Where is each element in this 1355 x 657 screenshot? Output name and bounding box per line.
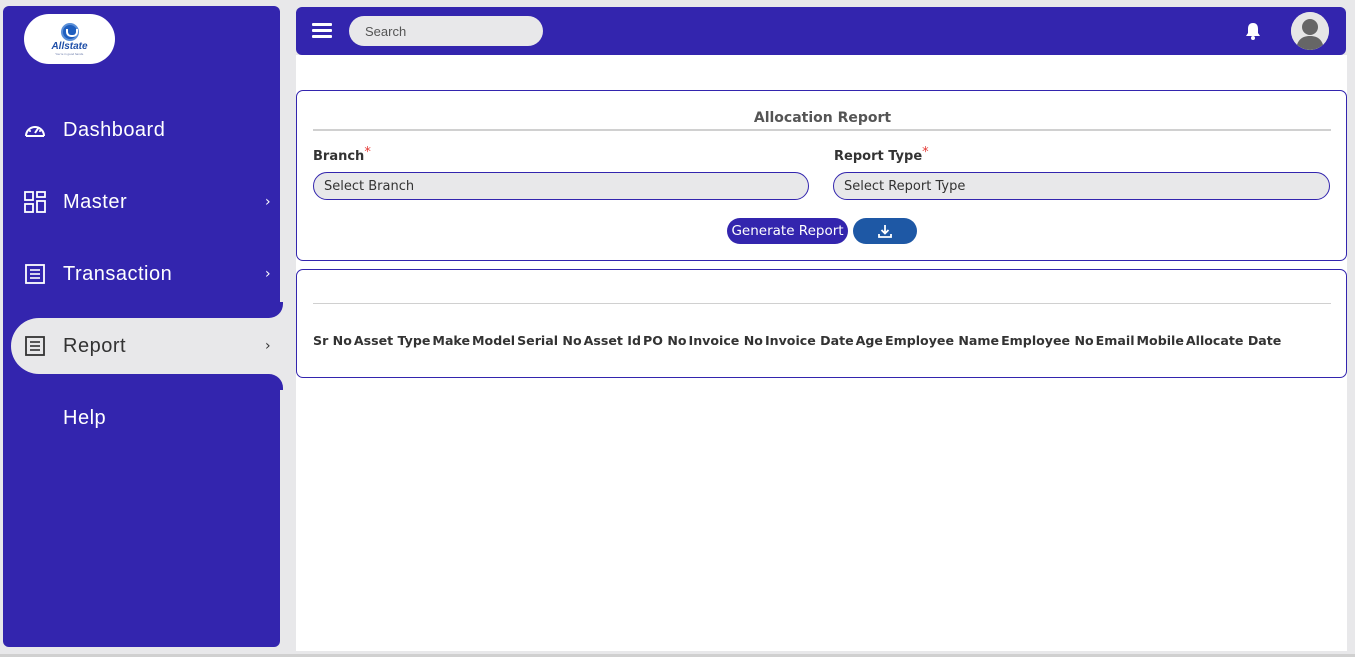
active-tab-corner	[267, 302, 287, 318]
column-header: Asset Type	[353, 333, 431, 348]
report-table-card: Sr No Asset Type Make Model Serial No As…	[296, 269, 1347, 378]
branch-select-placeholder: Select Branch	[324, 178, 415, 194]
dashboard-gauge-icon	[24, 119, 46, 141]
search-input[interactable]	[349, 16, 543, 46]
column-header: Make	[432, 333, 471, 348]
report-type-select-placeholder: Select Report Type	[844, 178, 966, 194]
report-form-card: Allocation Report Branch* Select Branch …	[296, 90, 1347, 261]
main-content: Allocation Report Branch* Select Branch …	[296, 55, 1347, 651]
sidebar-item-label: Transaction	[63, 262, 173, 285]
column-header: Email	[1095, 333, 1135, 348]
column-header: Allocate Date	[1185, 333, 1282, 348]
column-header: Sr No	[313, 333, 352, 348]
grid-icon	[24, 191, 46, 213]
chevron-right-icon: ›	[265, 194, 271, 210]
report-type-select[interactable]: Select Report Type	[833, 172, 1330, 200]
column-header: Employee No	[1001, 333, 1094, 348]
logo-text: Allstate	[51, 40, 88, 52]
sidebar-item-label: Master	[63, 190, 128, 213]
table-divider	[313, 303, 1331, 304]
document-list-icon	[24, 263, 46, 285]
allstate-hands-icon	[60, 22, 79, 41]
sidebar-item-label: Report	[63, 334, 127, 357]
column-header: Age	[855, 333, 883, 348]
title-divider	[313, 129, 1331, 131]
sidebar-item-master[interactable]: Master ›	[3, 174, 284, 230]
column-header: Asset Id	[583, 333, 641, 348]
table-header-row: Sr No Asset Type Make Model Serial No As…	[313, 333, 1283, 348]
required-mark: *	[922, 145, 929, 160]
chevron-right-icon: ›	[265, 338, 271, 354]
column-header: Model	[472, 333, 516, 348]
column-header: Invoice No	[688, 333, 763, 348]
required-mark: *	[364, 145, 371, 160]
sidebar-item-label: Dashboard	[63, 118, 166, 141]
report-type-label-text: Report Type	[834, 149, 923, 164]
branch-label-text: Branch	[313, 149, 365, 164]
top-bar	[296, 7, 1346, 55]
column-header: Employee Name	[884, 333, 1000, 348]
column-header: Mobile	[1136, 333, 1184, 348]
report-type-label: Report Type*	[834, 145, 929, 164]
sidebar: Allstate You're in good hands. Dashboard…	[3, 6, 287, 647]
active-tab-corner	[267, 374, 287, 390]
user-avatar-icon[interactable]	[1291, 12, 1329, 50]
sidebar-item-transaction[interactable]: Transaction ›	[3, 246, 284, 302]
download-button[interactable]	[853, 218, 917, 244]
document-list-icon	[24, 335, 46, 357]
brand-logo[interactable]: Allstate You're in good hands.	[24, 14, 115, 64]
logo-tagline: You're in good hands.	[55, 51, 84, 56]
chevron-right-icon: ›	[265, 266, 271, 282]
download-icon	[878, 225, 892, 238]
sidebar-item-help[interactable]: Help	[3, 390, 284, 446]
sidebar-item-report[interactable]: Report ›	[11, 318, 284, 374]
page-title: Allocation Report	[753, 110, 892, 126]
column-header: PO No	[643, 333, 687, 348]
menu-icon[interactable]	[312, 23, 332, 39]
branch-label: Branch*	[313, 145, 371, 164]
bell-icon[interactable]	[1243, 21, 1263, 41]
branch-select[interactable]: Select Branch	[313, 172, 809, 200]
generate-report-button[interactable]: Generate Report	[727, 218, 848, 244]
sidebar-item-label: Help	[63, 406, 107, 429]
column-header: Invoice Date	[764, 333, 854, 348]
sidebar-item-dashboard[interactable]: Dashboard	[3, 102, 284, 158]
column-header: Serial No	[517, 333, 582, 348]
